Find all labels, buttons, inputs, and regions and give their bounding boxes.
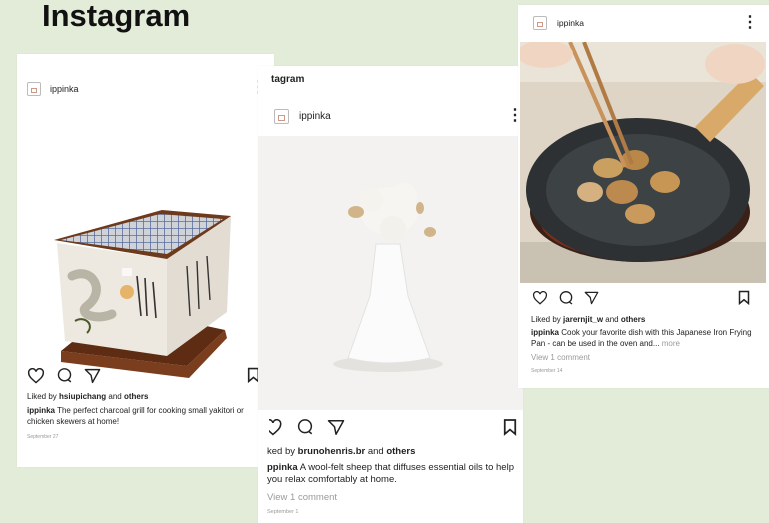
caption-text: Cook your favorite dish with this Japane… (531, 328, 752, 348)
heart-icon[interactable] (269, 418, 283, 436)
post-actions (532, 290, 599, 306)
post-card-grill: ippinka ⋮ (17, 54, 274, 467)
post-card-sheep: tagram ippinka ⋮ ked by brunohenris.br a… (258, 66, 523, 523)
caption-username[interactable]: ippinka (531, 328, 559, 337)
post-actions (27, 367, 101, 384)
post-date: September 1 (267, 509, 299, 515)
post-header: ippinka (274, 109, 331, 124)
likes-and: and (106, 392, 124, 401)
comment-icon[interactable] (558, 290, 574, 306)
likes-prefix: ked by (267, 446, 298, 457)
instagram-header-title: tagram (271, 74, 305, 85)
caption-username[interactable]: ppinka (267, 462, 298, 473)
bookmark-icon[interactable] (738, 290, 750, 305)
profile-avatar[interactable] (533, 16, 547, 30)
likes-prefix: Liked by (531, 315, 564, 324)
likes-line: ked by brunohenris.br and others (267, 446, 517, 457)
heart-icon[interactable] (532, 291, 548, 305)
heart-icon[interactable] (27, 367, 45, 384)
likes-and: and (603, 315, 621, 324)
liked-by-others[interactable]: others (124, 392, 148, 401)
post-actions (269, 418, 345, 436)
liked-by-others[interactable]: others (386, 446, 415, 457)
likes-line: Liked by hsiupichang and others (27, 392, 267, 401)
bookmark-icon[interactable] (503, 418, 517, 436)
liked-by-user[interactable]: hsiupichang (59, 392, 106, 401)
likes-prefix: Liked by (27, 392, 60, 401)
caption: ippinka The perfect charcoal grill for c… (27, 405, 267, 427)
page-title: Instagram (42, 0, 191, 33)
post-image-sheep[interactable] (258, 136, 523, 410)
liked-by-user[interactable]: brunohenris.br (298, 446, 366, 457)
likes-line: Liked by jarernjit_w and others (531, 315, 763, 324)
view-comments-link[interactable]: View 1 comment (531, 353, 590, 362)
post-username[interactable]: ippinka (557, 18, 584, 28)
profile-avatar[interactable] (274, 109, 289, 124)
comment-icon[interactable] (296, 418, 314, 436)
post-username[interactable]: ippinka (50, 84, 79, 94)
view-comments-link[interactable]: View 1 comment (267, 492, 337, 503)
caption: ppinka A wool-felt sheep that diffuses e… (267, 462, 519, 486)
post-header: ippinka (533, 16, 584, 30)
share-icon[interactable] (327, 419, 345, 436)
share-icon[interactable] (584, 291, 599, 305)
post-username[interactable]: ippinka (299, 111, 331, 122)
post-image-pan[interactable] (520, 42, 766, 283)
liked-by-others[interactable]: others (621, 315, 645, 324)
share-icon[interactable] (84, 368, 101, 384)
caption-text: The perfect charcoal grill for cooking s… (27, 406, 244, 426)
post-header: ippinka (27, 82, 79, 96)
caption-username[interactable]: ippinka (27, 406, 55, 415)
post-date: September 27 (27, 434, 59, 440)
post-date: September 14 (531, 368, 563, 374)
post-card-pan: ippinka ⋮ Liked by jarernjit_w and other… (518, 5, 769, 388)
caption-text: A wool-felt sheep that diffuses essentia… (267, 462, 514, 485)
likes-and: and (365, 446, 387, 457)
profile-avatar[interactable] (27, 82, 41, 96)
caption-more-link[interactable]: more (660, 339, 680, 348)
liked-by-user[interactable]: jarernjit_w (563, 315, 603, 324)
caption: ippinka Cook your favorite dish with thi… (531, 327, 763, 349)
comment-icon[interactable] (56, 367, 73, 384)
more-options-icon[interactable]: ⋮ (742, 15, 758, 31)
